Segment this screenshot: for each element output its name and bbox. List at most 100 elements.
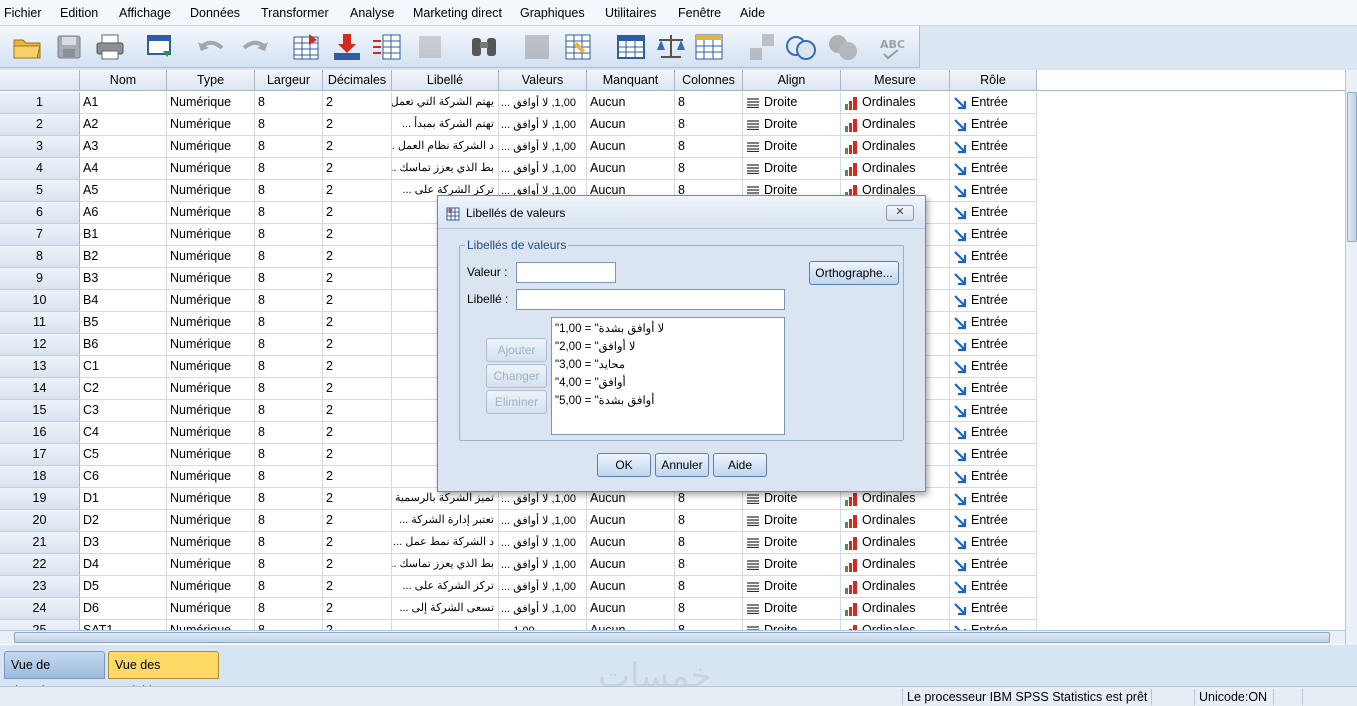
cell-mesure[interactable]: Ordinales — [841, 576, 950, 598]
row-header[interactable]: 21 — [0, 532, 80, 554]
cell-role[interactable]: Entrée — [950, 400, 1037, 422]
cell-role[interactable]: Entrée — [950, 202, 1037, 224]
row-header[interactable]: 6 — [0, 202, 80, 224]
cell-role[interactable]: Entrée — [950, 180, 1037, 202]
row-header[interactable]: 14 — [0, 378, 80, 400]
cell-type[interactable]: Numérique — [167, 92, 255, 114]
cell-manquant[interactable]: Aucun — [587, 554, 675, 576]
cell-nom[interactable]: C2 — [80, 378, 167, 400]
cell-dec[interactable]: 2 — [323, 400, 392, 422]
cell-dec[interactable]: 2 — [323, 444, 392, 466]
dialog-title-bar[interactable]: + Libellés de valeurs ✕ — [438, 196, 925, 229]
cell-role[interactable]: Entrée — [950, 334, 1037, 356]
cell-type[interactable]: Numérique — [167, 576, 255, 598]
cell-manquant[interactable]: Aucun — [587, 158, 675, 180]
cell-valeurs[interactable]: 1,00, لا أوافق ... — [499, 576, 587, 598]
open-folder-icon[interactable] — [10, 30, 44, 64]
tab-variable-view[interactable]: Vue des variables — [108, 651, 219, 698]
cell-libelle[interactable]: بط الذي يعزز تماسك ... — [392, 554, 499, 576]
cell-largeur[interactable]: 8 — [255, 158, 323, 180]
cell-libelle[interactable]: يهتم الشركة التي تعمل ... — [392, 92, 499, 114]
cell-nom[interactable]: C6 — [80, 466, 167, 488]
cell-manquant[interactable]: Aucun — [587, 92, 675, 114]
cell-type[interactable]: Numérique — [167, 400, 255, 422]
changer-button[interactable]: Changer — [486, 364, 547, 388]
cell-type[interactable]: Numérique — [167, 422, 255, 444]
cell-type[interactable]: Numérique — [167, 290, 255, 312]
cell-dec[interactable]: 2 — [323, 576, 392, 598]
cell-largeur[interactable]: 8 — [255, 334, 323, 356]
cell-colonnes[interactable]: 8 — [675, 598, 743, 620]
row-header[interactable]: 13 — [0, 356, 80, 378]
row-header[interactable]: 16 — [0, 422, 80, 444]
cell-largeur[interactable]: 8 — [255, 510, 323, 532]
cell-role[interactable]: Entrée — [950, 356, 1037, 378]
cell-role[interactable]: Entrée — [950, 422, 1037, 444]
cell-nom[interactable]: A6 — [80, 202, 167, 224]
cell-libelle[interactable]: بط الذي يعزز تماسك ... — [392, 158, 499, 180]
cell-nom[interactable]: A4 — [80, 158, 167, 180]
cell-dec[interactable]: 2 — [323, 554, 392, 576]
cell-role[interactable]: Entrée — [950, 378, 1037, 400]
cell-nom[interactable]: C4 — [80, 422, 167, 444]
cell-mesure[interactable]: Ordinales — [841, 598, 950, 620]
cell-valeurs[interactable]: 1,00, لا أوافق ... — [499, 114, 587, 136]
save-icon[interactable] — [52, 30, 86, 64]
cell-manquant[interactable]: Aucun — [587, 114, 675, 136]
cell-largeur[interactable]: 8 — [255, 422, 323, 444]
row-header[interactable]: 10 — [0, 290, 80, 312]
row-header[interactable]: 23 — [0, 576, 80, 598]
cell-manquant[interactable]: Aucun — [587, 510, 675, 532]
cell-nom[interactable]: B1 — [80, 224, 167, 246]
cell-manquant[interactable]: Aucun — [587, 576, 675, 598]
cell-role[interactable]: Entrée — [950, 158, 1037, 180]
cell-nom[interactable]: A5 — [80, 180, 167, 202]
cell-dec[interactable]: 2 — [323, 92, 392, 114]
cell-valeurs[interactable]: 1,00, لا أوافق ... — [499, 554, 587, 576]
cell-largeur[interactable]: 8 — [255, 180, 323, 202]
cell-largeur[interactable]: 8 — [255, 246, 323, 268]
cell-type[interactable]: Numérique — [167, 488, 255, 510]
select-cases-icon[interactable] — [692, 30, 726, 64]
ok-button[interactable]: OK — [597, 453, 651, 477]
menu-0[interactable]: Fichier — [4, 6, 42, 20]
cell-type[interactable]: Numérique — [167, 246, 255, 268]
spell-check-icon[interactable]: ABC — [878, 30, 912, 64]
insert-variable-icon[interactable] — [562, 30, 596, 64]
menu-8[interactable]: Utilitaires — [605, 6, 656, 20]
cell-largeur[interactable]: 8 — [255, 400, 323, 422]
row-header[interactable]: 8 — [0, 246, 80, 268]
cell-type[interactable]: Numérique — [167, 554, 255, 576]
menu-7[interactable]: Graphiques — [520, 6, 585, 20]
cell-colonnes[interactable]: 8 — [675, 114, 743, 136]
cell-largeur[interactable]: 8 — [255, 202, 323, 224]
cell-dec[interactable]: 2 — [323, 224, 392, 246]
cell-type[interactable]: Numérique — [167, 268, 255, 290]
cell-type[interactable]: Numérique — [167, 224, 255, 246]
find-binoculars-icon[interactable] — [467, 30, 501, 64]
cell-nom[interactable]: D2 — [80, 510, 167, 532]
cell-largeur[interactable]: 8 — [255, 532, 323, 554]
row-header[interactable]: 15 — [0, 400, 80, 422]
split-file-icon[interactable] — [614, 30, 648, 64]
row-header[interactable]: 22 — [0, 554, 80, 576]
cell-align[interactable]: Droite — [743, 158, 841, 180]
orthographe-button[interactable]: Orthographe... — [809, 261, 899, 285]
valeur-input[interactable] — [516, 262, 616, 283]
row-header[interactable]: 5 — [0, 180, 80, 202]
column-header-align[interactable]: Align — [743, 70, 841, 91]
menu-10[interactable]: Aide — [740, 6, 765, 20]
column-header-libelle[interactable]: Libellé — [392, 70, 499, 91]
cell-nom[interactable]: A1 — [80, 92, 167, 114]
cell-colonnes[interactable]: 8 — [675, 576, 743, 598]
cell-role[interactable]: Entrée — [950, 444, 1037, 466]
goto-case-icon[interactable] — [290, 30, 324, 64]
column-header-dec[interactable]: Décimales — [323, 70, 392, 91]
annuler-button[interactable]: Annuler — [655, 453, 709, 477]
cell-type[interactable]: Numérique — [167, 312, 255, 334]
cell-nom[interactable]: A3 — [80, 136, 167, 158]
cell-type[interactable]: Numérique — [167, 532, 255, 554]
cell-role[interactable]: Entrée — [950, 532, 1037, 554]
cell-nom[interactable]: D5 — [80, 576, 167, 598]
row-header[interactable]: 20 — [0, 510, 80, 532]
